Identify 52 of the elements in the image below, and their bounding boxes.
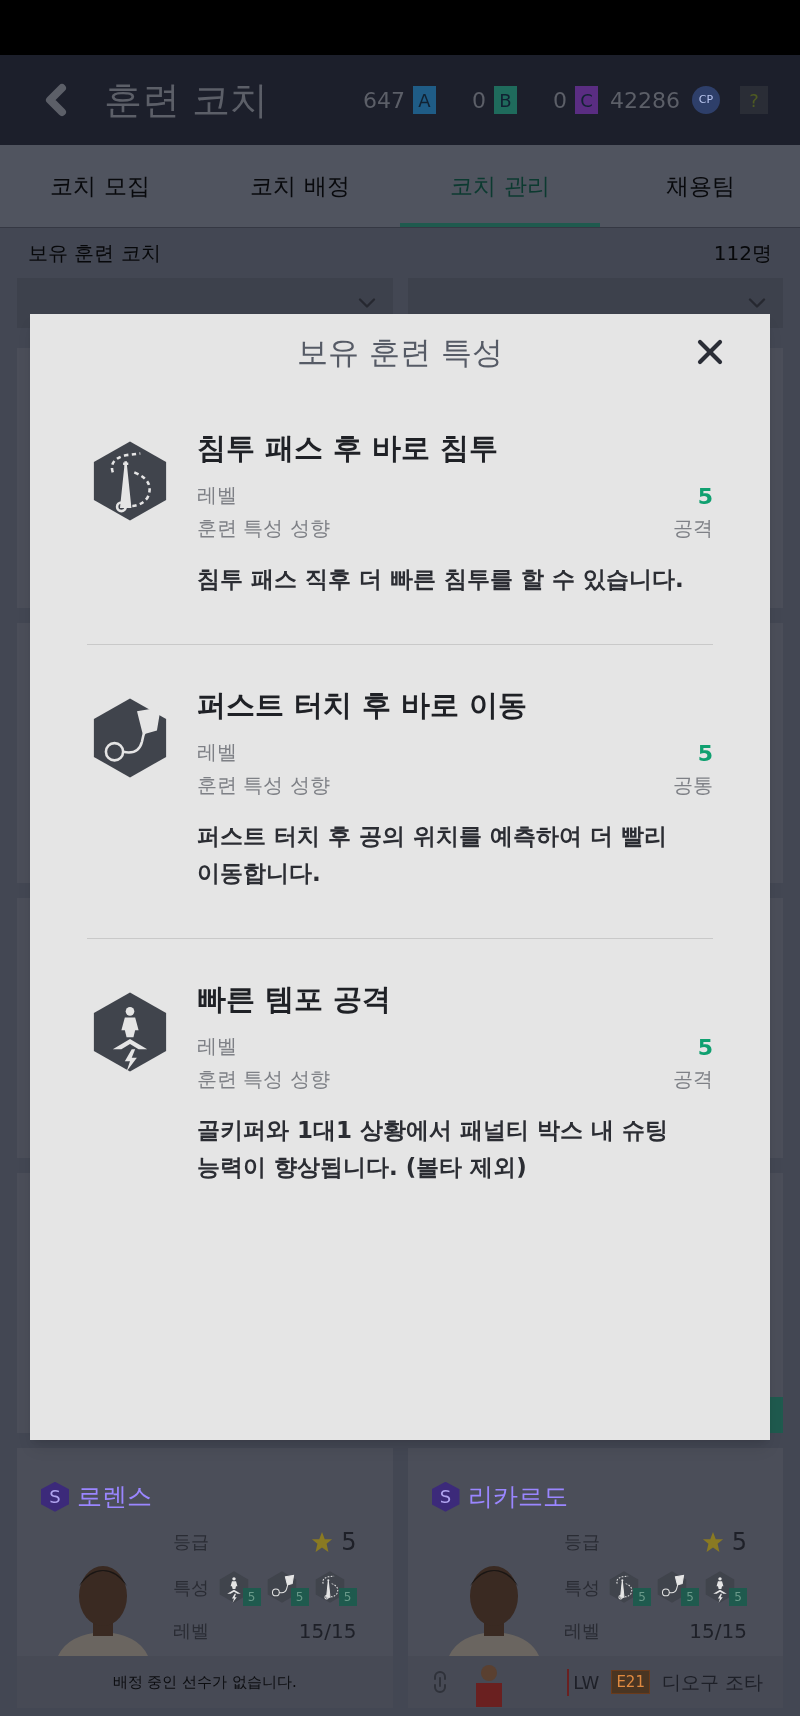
trait-description: 침투 패스 직후 더 빠른 침투를 할 수 있습니다.	[197, 565, 685, 595]
trait-level-badge: 5	[729, 1587, 747, 1606]
trait-description: 골키퍼와 1대1 상황에서 패널티 박스 내 슈팅 능력이 향상됩니다. (볼타 제외)	[197, 1116, 670, 1182]
tab[interactable]: 코치 관리	[400, 145, 600, 227]
currency-amount: 647	[363, 86, 405, 115]
season-badge: E21	[611, 1669, 650, 1695]
page-title: 훈련 코치	[104, 76, 269, 124]
type-value: 공격	[673, 515, 713, 543]
currency-amount: 0	[472, 86, 486, 115]
level-value: 5	[697, 483, 713, 512]
trait-level-badge: 5	[242, 1587, 261, 1606]
coach-ticket-badge: C	[575, 86, 598, 114]
cp-coin: CP	[692, 86, 720, 114]
trait-level-badge: 5	[681, 1587, 699, 1606]
rank-badge: S	[41, 1481, 69, 1512]
type-value: 공통	[673, 772, 713, 800]
trait-icon	[703, 1569, 737, 1604]
type-label: 훈련 특성 성향	[197, 1066, 330, 1094]
level-label: 레벨	[197, 1033, 237, 1061]
level-value: 5	[697, 1034, 713, 1063]
coach-count: 112명	[713, 240, 772, 267]
coach-ticket-badge: B	[494, 86, 517, 114]
level-value: 5	[697, 740, 713, 769]
type-label: 훈련 특성 성향	[197, 772, 330, 800]
currency-amount: 42286	[610, 86, 680, 115]
tab[interactable]: 채용팀	[600, 145, 800, 227]
dialog-title: 보유 훈련 특성	[297, 332, 503, 372]
coach-name: 리카르도	[467, 1481, 568, 1513]
help-button[interactable]: ?	[740, 86, 768, 114]
coach-ticket-badge: A	[413, 86, 436, 114]
trait-description: 퍼스트 터치 후 공의 위치를 예측하여 더 빨리 이동합니다.	[197, 822, 669, 889]
trait-title: 빠른 템포 공격	[197, 980, 393, 1018]
trait-title: 침투 패스 후 바로 침투	[197, 430, 500, 467]
empty-message: 배정 중인 선수가 없습니다.	[111, 1671, 298, 1693]
trait-title: 퍼스트 터치 후 바로 이동	[197, 687, 529, 724]
trait-icon	[607, 1569, 641, 1604]
trait-icon	[655, 1569, 689, 1604]
level-label: 레벨	[197, 739, 237, 767]
type-value: 공격	[673, 1066, 713, 1094]
tab[interactable]: 코치 모집	[0, 145, 200, 227]
coach-name: 로렌스	[77, 1481, 152, 1513]
type-label: 훈련 특성 성향	[197, 515, 330, 543]
level-label: 레벨	[197, 482, 237, 510]
rank-badge: S	[431, 1481, 460, 1512]
star-icon	[311, 1530, 334, 1553]
summary-label: 보유 훈련 코치	[28, 240, 161, 267]
currency-amount: 0	[553, 86, 567, 115]
trait-level-badge: 5	[290, 1587, 309, 1606]
tab[interactable]: 코치 배정	[200, 145, 400, 227]
star-icon	[701, 1530, 724, 1553]
trait-level-badge: 5	[633, 1587, 651, 1606]
trait-level-badge: 5	[338, 1587, 357, 1606]
